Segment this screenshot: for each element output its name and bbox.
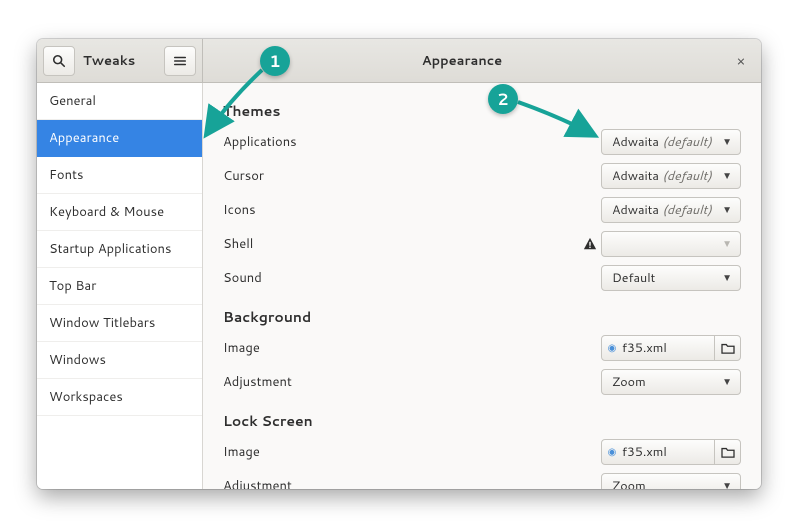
row-icons: Icons Adwaita (default) ▼ [223,193,741,227]
background-image-chooser[interactable]: ◉ f35.xml [601,335,741,361]
row-cursor: Cursor Adwaita (default) ▼ [223,159,741,193]
combo-value: Default [612,269,722,287]
row-label: Cursor [223,167,579,185]
row-sound: Sound Default ▼ [223,261,741,295]
row-shell: Shell ▼ [223,227,741,261]
shell-theme-combo: ▼ [601,231,741,257]
row-background-adjustment: Adjustment Zoom ▼ [223,365,741,399]
combo-value: Zoom [612,373,722,391]
file-name: f35.xml [622,443,714,461]
sidebar-item-appearance[interactable]: Appearance [37,120,202,157]
sidebar-item-label: Windows [49,351,106,369]
sidebar-item-workspaces[interactable]: Workspaces [37,379,202,416]
sidebar-item-label: Top Bar [49,277,96,295]
sidebar-item-label: Workspaces [49,388,123,406]
chevron-down-icon: ▼ [722,479,732,489]
annotation-badge-1: 1 [260,46,290,76]
sidebar-item-label: Keyboard & Mouse [49,203,164,221]
folder-open-icon[interactable] [714,336,740,360]
sidebar-item-label: General [49,92,96,110]
app-title: Tweaks [77,52,162,70]
row-label: Image [223,443,579,461]
folder-open-icon[interactable] [714,440,740,464]
row-label: Shell [223,235,579,253]
chevron-down-icon: ▼ [722,203,732,217]
close-icon: × [737,51,746,71]
chevron-down-icon: ▼ [722,237,732,251]
sidebar-item-fonts[interactable]: Fonts [37,157,202,194]
menu-button[interactable] [164,46,196,76]
headerbar-left: Tweaks [37,39,203,82]
row-applications: Applications Adwaita (default) ▼ [223,125,741,159]
search-icon [52,54,66,68]
icons-theme-combo[interactable]: Adwaita (default) ▼ [601,197,741,223]
row-lockscreen-image: Image ◉ f35.xml [223,435,741,469]
combo-value: Adwaita (default) [612,133,722,151]
row-label: Applications [223,133,579,151]
section-title-background: Background [223,307,741,327]
sidebar-item-general[interactable]: General [37,83,202,120]
chevron-down-icon: ▼ [722,375,732,389]
row-label: Icons [223,201,579,219]
file-icon: ◉ [602,445,622,459]
sidebar-item-label: Appearance [49,129,119,147]
sound-theme-combo[interactable]: Default ▼ [601,265,741,291]
search-button[interactable] [43,46,75,76]
background-adjustment-combo[interactable]: Zoom ▼ [601,369,741,395]
combo-value: Adwaita (default) [612,201,722,219]
combo-value: Adwaita (default) [612,167,722,185]
sidebar-item-keyboard-mouse[interactable]: Keyboard & Mouse [37,194,202,231]
sidebar-item-top-bar[interactable]: Top Bar [37,268,202,305]
sidebar-item-startup-applications[interactable]: Startup Applications [37,231,202,268]
cursor-theme-combo[interactable]: Adwaita (default) ▼ [601,163,741,189]
row-background-image: Image ◉ f35.xml [223,331,741,365]
chevron-down-icon: ▼ [722,169,732,183]
sidebar-item-window-titlebars[interactable]: Window Titlebars [37,305,202,342]
row-label: Adjustment [223,477,579,489]
tweaks-window: Tweaks Appearance × General Appearance F… [37,39,761,489]
combo-value: Zoom [612,477,722,489]
row-label: Adjustment [223,373,579,391]
row-label: Image [223,339,579,357]
window-body: General Appearance Fonts Keyboard & Mous… [37,83,761,489]
sidebar-item-label: Fonts [49,166,83,184]
warning-icon [579,237,601,251]
file-icon: ◉ [602,341,622,355]
section-title-lockscreen: Lock Screen [223,411,741,431]
annotation-badge-2: 2 [488,84,518,114]
lockscreen-adjustment-combo[interactable]: Zoom ▼ [601,473,741,489]
close-button[interactable]: × [721,51,761,71]
lockscreen-image-chooser[interactable]: ◉ f35.xml [601,439,741,465]
sidebar-item-label: Startup Applications [49,240,171,258]
applications-theme-combo[interactable]: Adwaita (default) ▼ [601,129,741,155]
headerbar: Tweaks Appearance × [37,39,761,83]
sidebar: General Appearance Fonts Keyboard & Mous… [37,83,203,489]
chevron-down-icon: ▼ [722,271,732,285]
chevron-down-icon: ▼ [722,135,732,149]
sidebar-item-windows[interactable]: Windows [37,342,202,379]
sidebar-item-label: Window Titlebars [49,314,155,332]
file-name: f35.xml [622,339,714,357]
row-label: Sound [223,269,579,287]
row-lockscreen-adjustment: Adjustment Zoom ▼ [223,469,741,489]
hamburger-icon [173,54,187,68]
content-pane: Themes Applications Adwaita (default) ▼ … [203,83,761,489]
section-title-themes: Themes [223,101,741,121]
